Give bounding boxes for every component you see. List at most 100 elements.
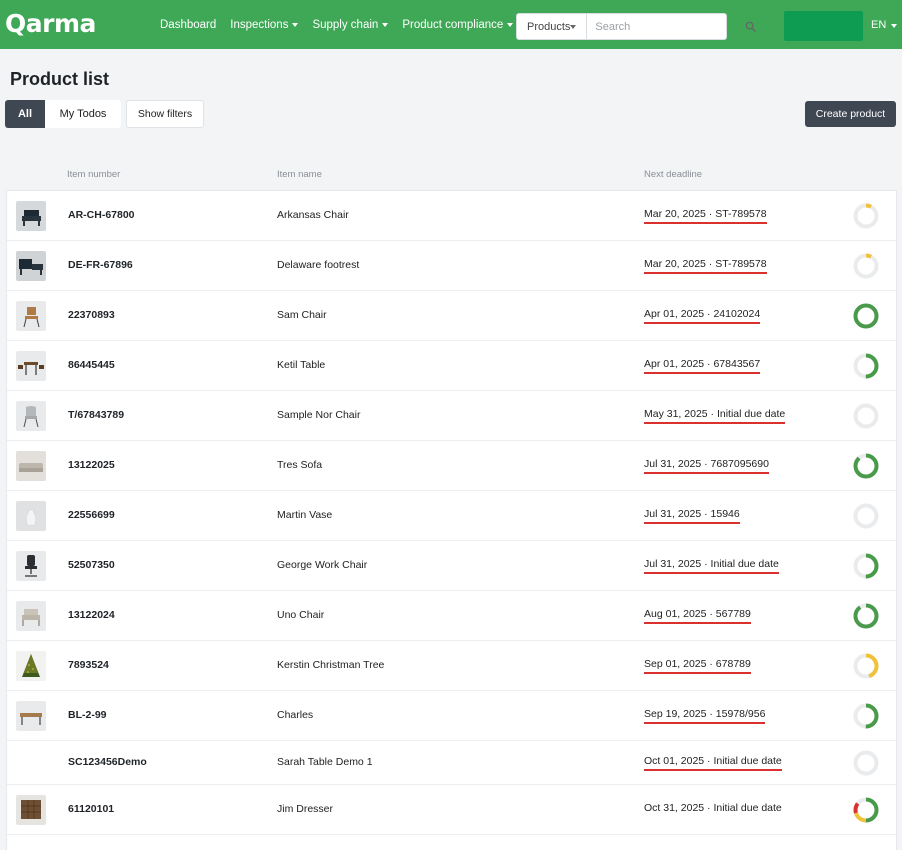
item-number: 52507350	[68, 559, 115, 571]
chevron-down-icon	[570, 25, 577, 29]
next-deadline: Apr 01, 2025 · 24102024	[644, 308, 761, 324]
item-number: SC123456Demo	[68, 756, 147, 768]
item-number: AR-CH-67800	[68, 209, 135, 221]
next-deadline: Jul 31, 2025 · 7687095690	[644, 458, 769, 474]
search-input[interactable]	[587, 15, 746, 38]
item-name: George Work Chair	[277, 559, 368, 571]
table-row[interactable]: SC123456Demo Sarah Table Demo 1 Oct 01, 20…	[7, 741, 896, 785]
column-header-item-name[interactable]: Item name	[277, 169, 322, 180]
next-deadline: Jul 31, 2025 · Initial due date	[644, 558, 779, 574]
search-scope-label: Products	[527, 20, 571, 33]
chevron-down-icon	[382, 23, 389, 27]
item-name: Jim Dresser	[277, 803, 334, 815]
product-thumbnail	[16, 451, 46, 481]
progress-donut-icon	[853, 353, 879, 379]
next-deadline: Sep 01, 2025 · 678789	[644, 658, 751, 674]
table-row[interactable]: 52507350 George Work Chair Jul 31, 2025 · …	[7, 541, 896, 591]
show-filters-button[interactable]: Show filters	[126, 100, 204, 128]
table-row[interactable]: T/67843789 Sample Nor Chair May 31, 2025 ·…	[7, 391, 896, 441]
account-menu-button[interactable]	[784, 11, 863, 41]
language-selector[interactable]: EN	[871, 19, 898, 31]
item-number: 22556699	[68, 509, 115, 521]
nav-dashboard[interactable]: Dashboard	[160, 19, 216, 31]
main-nav: Dashboard Inspections Supply chain Product …	[160, 0, 514, 49]
table-row[interactable]: 13122024 Uno Chair Aug 01, 2025 · 567789	[7, 591, 896, 641]
table-row[interactable]: 61120101 Jim Dresser Oct 31, 2025 · Initia…	[7, 785, 896, 835]
item-name: Uno Chair	[277, 609, 325, 621]
table-row[interactable]	[7, 835, 896, 850]
tab-all[interactable]: All	[5, 100, 45, 128]
page-title: Product list	[10, 69, 110, 89]
item-number: 22370893	[68, 309, 115, 321]
table-row[interactable]: 13122025 Tres Sofa Jul 31, 2025 · 76870956…	[7, 441, 896, 491]
product-thumbnail	[16, 701, 46, 731]
product-thumbnail	[16, 651, 46, 681]
product-thumbnail	[16, 795, 46, 825]
progress-donut-icon	[853, 503, 879, 529]
item-name: Kerstin Christman Tree	[277, 659, 385, 671]
tab-my-todos[interactable]: My Todos	[45, 100, 121, 128]
item-number: 13122025	[68, 459, 115, 471]
chevron-down-icon	[507, 23, 514, 27]
item-name: Ketil Table	[277, 359, 326, 371]
item-number: 7893524	[68, 659, 109, 671]
progress-donut-icon	[853, 750, 879, 776]
column-header-item-number[interactable]: Item number	[67, 169, 120, 180]
nav-supply-chain[interactable]: Supply chain	[312, 18, 389, 31]
progress-donut-icon	[853, 303, 879, 329]
qarma-logo[interactable]: Qarma	[5, 10, 96, 38]
search-scope-dropdown[interactable]: Products	[517, 14, 588, 39]
progress-donut-icon	[853, 403, 879, 429]
table-row[interactable]: 22370893 Sam Chair Apr 01, 2025 · 24102024	[7, 291, 896, 341]
nav-label: Supply chain	[312, 18, 379, 31]
table-row[interactable]: 86445445 Ketil Table Apr 01, 2025 · 678435…	[7, 341, 896, 391]
nav-label: Inspections	[230, 18, 289, 31]
product-thumbnail	[16, 551, 46, 581]
progress-donut-icon	[853, 797, 879, 823]
item-name: Sam Chair	[277, 309, 327, 321]
progress-donut-icon	[853, 553, 879, 579]
search-icon[interactable]	[745, 14, 757, 39]
product-thumbnail	[16, 401, 46, 431]
item-name: Sarah Table Demo 1	[277, 756, 373, 768]
table-row[interactable]: 22556699 Martin Vase Jul 31, 2025 · 15946	[7, 491, 896, 541]
next-deadline: Sep 19, 2025 · 15978/956	[644, 708, 766, 724]
item-number: DE-FR-67896	[68, 259, 133, 271]
table-row[interactable]: DE-FR-67896 Delaware footrest Mar 20, 2025…	[7, 241, 896, 291]
next-deadline: Oct 01, 2025 · Initial due date	[644, 755, 782, 771]
table-row[interactable]: BL-2-99 Charles Sep 19, 2025 · 15978/956	[7, 691, 896, 741]
item-number: 61120101	[68, 803, 115, 815]
nav-label: Dashboard	[160, 18, 217, 31]
product-table: AR-CH-67800 Arkansas Chair Mar 20, 2025 · …	[6, 190, 897, 850]
chevron-down-icon	[292, 23, 299, 27]
item-name: Sample Nor Chair	[277, 409, 361, 421]
product-thumbnail	[16, 201, 46, 231]
language-label: EN	[871, 19, 887, 31]
view-tabs: All My Todos	[5, 100, 121, 128]
create-product-button[interactable]: Create product	[805, 101, 896, 127]
column-header-next-deadline[interactable]: Next deadline	[644, 169, 702, 180]
nav-inspections[interactable]: Inspections	[230, 18, 299, 31]
next-deadline: Apr 01, 2025 · 67843567	[644, 358, 761, 374]
progress-donut-icon	[853, 703, 879, 729]
next-deadline: May 31, 2025 · Initial due date	[644, 408, 786, 424]
progress-donut-icon	[853, 203, 879, 229]
item-number: BL-2-99	[68, 709, 107, 721]
table-row[interactable]: AR-CH-67800 Arkansas Chair Mar 20, 2025 · …	[7, 191, 896, 241]
product-thumbnail	[16, 251, 46, 281]
next-deadline: Aug 01, 2025 · 567789	[644, 608, 751, 624]
nav-product-compliance[interactable]: Product compliance	[402, 18, 514, 31]
product-thumbnail	[16, 301, 46, 331]
nav-label: Product compliance	[402, 18, 504, 31]
progress-donut-icon	[853, 253, 879, 279]
item-name: Arkansas Chair	[277, 209, 349, 221]
product-thumbnail	[16, 501, 46, 531]
item-number: 13122024	[68, 609, 115, 621]
product-thumbnail	[16, 351, 46, 381]
item-number: T/67843789	[68, 409, 125, 421]
table-row[interactable]: 7893524 Kerstin Christman Tree Sep 01, 202…	[7, 641, 896, 691]
next-deadline: Oct 31, 2025 · Initial due date	[644, 802, 782, 814]
product-thumbnail	[16, 601, 46, 631]
item-name: Martin Vase	[277, 509, 333, 521]
item-name: Delaware footrest	[277, 259, 360, 271]
